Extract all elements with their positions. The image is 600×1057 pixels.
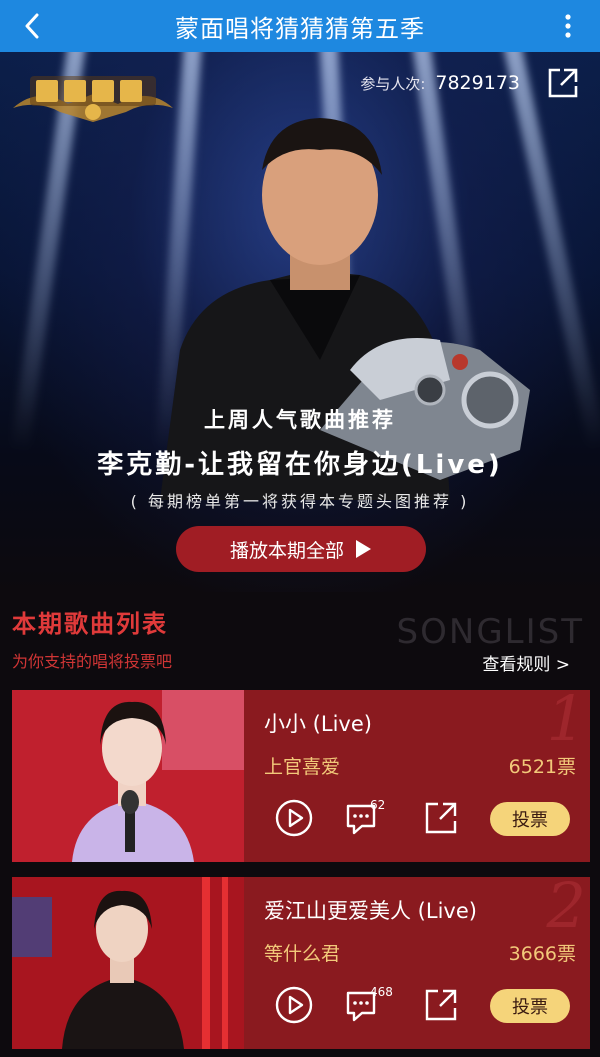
comment-count: 468 <box>370 985 393 999</box>
participants-count: 7829173 <box>435 72 520 94</box>
singer-photo <box>12 690 244 862</box>
play-all-button[interactable]: 播放本期全部 <box>176 526 426 572</box>
section-watermark: SONGLIST <box>396 612 584 652</box>
comment-count: 62 <box>370 798 386 812</box>
back-button[interactable] <box>16 10 48 42</box>
rank-number: 1 <box>546 690 586 755</box>
participants-label: 参与人次: <box>360 75 426 93</box>
play-all-label: 播放本期全部 <box>229 539 344 562</box>
rank-number: 2 <box>546 877 586 942</box>
chevron-left-icon <box>25 13 39 39</box>
song-card[interactable]: 2 爱江山更爱美人 (Live) 等什么君 3666票 468 投票 <box>12 877 590 1049</box>
vote-count: 3666票 <box>508 943 576 965</box>
promo-song-title[interactable]: 李克勤-让我留在你身边(Live) <box>0 444 600 481</box>
more-menu-button[interactable] <box>556 10 580 42</box>
section-title: 本期歌曲列表 <box>12 610 168 638</box>
singer-photo <box>12 877 244 1049</box>
promo-subtitle: 上周人气歌曲推荐 <box>204 408 396 432</box>
share-icon[interactable] <box>546 66 580 100</box>
promo-note: ( 每期榜单第一将获得本专题头图推荐 ) <box>130 492 470 511</box>
page-title: 蒙面唱将猜猜猜第五季 <box>175 14 425 43</box>
artist-name[interactable]: 等什么君 <box>264 939 340 966</box>
play-icon[interactable] <box>274 798 314 838</box>
more-vertical-icon <box>565 14 571 38</box>
vote-button[interactable]: 投票 <box>490 989 570 1023</box>
hero-banner[interactable]: 参与人次: 7829173 上周人气歌曲推荐 李克勤-让我留在你身边(Live)… <box>0 52 600 592</box>
song-card[interactable]: 1 小小 (Live) 上官喜爱 6521票 62 投票 <box>12 690 590 862</box>
share-icon[interactable] <box>422 985 462 1025</box>
artist-name[interactable]: 上官喜爱 <box>264 752 340 779</box>
participants-counter: 参与人次: 7829173 <box>360 72 520 94</box>
songlist-header: SONGLIST 本期歌曲列表 为你支持的唱将投票吧 查看规则 > <box>0 592 600 682</box>
vote-count: 6521票 <box>508 756 576 778</box>
play-icon <box>356 540 371 558</box>
singer-photo <box>160 118 530 500</box>
share-icon[interactable] <box>422 798 462 838</box>
play-icon[interactable] <box>274 985 314 1025</box>
song-title[interactable]: 小小 (Live) <box>264 708 372 738</box>
view-rules-link[interactable]: 查看规则 > <box>482 650 570 675</box>
top-navigation-bar: 蒙面唱将猜猜猜第五季 <box>0 0 600 52</box>
vote-button[interactable]: 投票 <box>490 802 570 836</box>
section-subtitle: 为你支持的唱将投票吧 <box>12 652 173 671</box>
song-title[interactable]: 爱江山更爱美人 (Live) <box>264 895 477 925</box>
